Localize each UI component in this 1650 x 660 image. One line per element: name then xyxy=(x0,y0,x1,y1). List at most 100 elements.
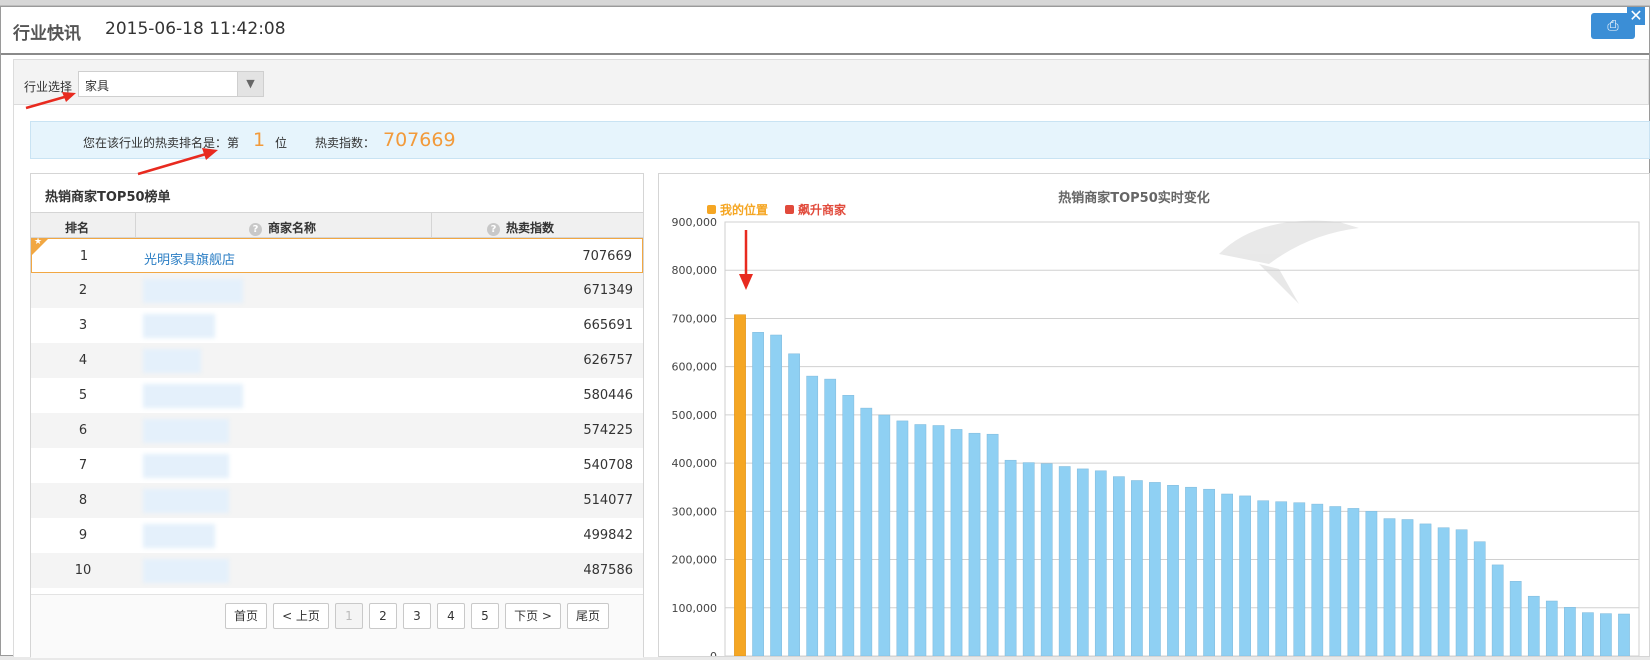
last-page-button[interactable]: 尾页 xyxy=(567,603,609,629)
bar[interactable] xyxy=(1618,613,1630,656)
chevron-down-icon[interactable]: ▼ xyxy=(237,72,263,96)
bar[interactable] xyxy=(1545,600,1558,656)
annotation-arrow xyxy=(137,148,218,176)
bar[interactable] xyxy=(1203,488,1215,656)
bar[interactable] xyxy=(1527,595,1540,656)
bar[interactable] xyxy=(860,407,873,656)
main-content: 您在该行业的热卖排名是：第 1 位 热卖指数： 707669 热销商家TOP50… xyxy=(13,105,1650,658)
table-row[interactable]: 2 671349 xyxy=(31,273,643,308)
page-button-4[interactable]: 4 xyxy=(437,603,465,629)
bar[interactable] xyxy=(1329,506,1342,657)
row-rank: 10 xyxy=(74,563,92,578)
row-value: 499842 xyxy=(583,528,633,543)
bar[interactable] xyxy=(1582,612,1594,656)
table-row[interactable]: 4 626757 xyxy=(31,343,643,378)
row-rank: 9 xyxy=(78,528,88,543)
row-rank: 2 xyxy=(78,283,88,298)
help-icon[interactable]: ? xyxy=(487,223,500,236)
bar[interactable] xyxy=(1491,564,1504,656)
bar[interactable] xyxy=(1094,470,1107,656)
y-tick-label: 200,000 xyxy=(672,554,718,567)
page-button-3[interactable]: 3 xyxy=(403,603,431,629)
bar[interactable] xyxy=(1131,480,1143,657)
bar[interactable] xyxy=(1419,523,1432,656)
page-button-2[interactable]: 2 xyxy=(369,603,397,629)
bar[interactable] xyxy=(1275,501,1288,656)
rank-unit: 位 xyxy=(275,136,288,150)
bar[interactable] xyxy=(1257,500,1270,656)
bar[interactable] xyxy=(806,375,819,656)
bar[interactable] xyxy=(788,353,800,656)
column-divider xyxy=(431,213,432,239)
bar[interactable] xyxy=(1022,462,1035,656)
hot-index-value: 707669 xyxy=(383,129,456,151)
redacted-merchant-name xyxy=(143,454,229,478)
bar[interactable] xyxy=(1365,511,1378,656)
bar-my-position[interactable] xyxy=(734,314,746,656)
table-row[interactable]: 3 665691 xyxy=(31,308,643,343)
help-icon[interactable]: ? xyxy=(249,223,262,236)
bar[interactable] xyxy=(1113,476,1125,656)
bar[interactable] xyxy=(1221,493,1233,656)
bar[interactable] xyxy=(878,414,891,656)
legend-label-rising[interactable]: 飙升商家 xyxy=(798,202,847,217)
bar[interactable] xyxy=(1509,581,1522,656)
column-header-merchant-label: 商家名称 xyxy=(268,221,317,235)
y-axis: 0 100,000 200,000 300,000 400,000 500,000 600,… xyxy=(672,216,718,656)
row-value: 707669 xyxy=(582,249,632,264)
bar[interactable] xyxy=(752,332,764,656)
merchant-link[interactable]: 光明家具旗舰店 xyxy=(144,249,235,268)
printer-icon: ⎙ xyxy=(1607,18,1619,34)
bar[interactable] xyxy=(1401,519,1414,657)
hot-index-label: 热卖指数： xyxy=(315,136,376,150)
bar[interactable] xyxy=(950,429,963,656)
bar[interactable] xyxy=(896,420,909,656)
prev-page-button[interactable]: < 上页 xyxy=(273,603,329,629)
bar[interactable] xyxy=(1040,463,1053,656)
close-icon[interactable]: ✕ xyxy=(1627,7,1645,25)
table-row[interactable]: 8 514077 xyxy=(31,483,643,518)
bar[interactable] xyxy=(1293,502,1306,656)
page-button-1[interactable]: 1 xyxy=(335,603,363,629)
bar[interactable] xyxy=(1437,527,1450,656)
redacted-merchant-name xyxy=(143,559,229,583)
bar[interactable] xyxy=(1347,508,1360,656)
table-row[interactable]: 10 487586 xyxy=(31,553,643,588)
bar[interactable] xyxy=(1455,529,1468,656)
bar[interactable] xyxy=(1149,482,1161,656)
bar[interactable] xyxy=(824,378,837,656)
bar[interactable] xyxy=(1383,518,1396,656)
column-divider xyxy=(135,213,136,239)
bar[interactable] xyxy=(1239,495,1251,656)
bar[interactable] xyxy=(842,395,855,656)
table-row[interactable]: 7 540708 xyxy=(31,448,643,483)
industry-select[interactable]: 家具 ▼ xyxy=(78,71,264,97)
redacted-merchant-name xyxy=(143,349,201,373)
table-row[interactable]: 9 499842 xyxy=(31,518,643,553)
row-rank: 5 xyxy=(78,388,88,403)
bar[interactable] xyxy=(986,433,999,656)
bar[interactable] xyxy=(1185,486,1197,656)
y-tick-label: 700,000 xyxy=(672,312,718,325)
row-rank: 3 xyxy=(78,318,88,333)
bar[interactable] xyxy=(1473,541,1486,656)
table-row[interactable]: 5 580446 xyxy=(31,378,643,413)
bar[interactable] xyxy=(1564,607,1576,656)
table-row[interactable]: 6 574225 xyxy=(31,413,643,448)
bar[interactable] xyxy=(1600,613,1612,656)
legend-label-my-position[interactable]: 我的位置 xyxy=(720,202,768,217)
bar[interactable] xyxy=(914,424,927,657)
top50-table-panel: 热销商家TOP50榜单 排名 ? 商家名称 ? 热卖指数 ★ 1 光明家具旗舰店 7… xyxy=(30,173,644,658)
first-page-button[interactable]: 首页 xyxy=(225,603,267,629)
bar[interactable] xyxy=(932,425,945,657)
bar[interactable] xyxy=(1076,468,1089,656)
bar[interactable] xyxy=(968,432,981,656)
page-button-5[interactable]: 5 xyxy=(471,603,499,629)
bar[interactable] xyxy=(1004,459,1017,656)
bar[interactable] xyxy=(1167,485,1179,656)
bar[interactable] xyxy=(770,334,782,656)
table-row[interactable]: ★ 1 光明家具旗舰店 707669 xyxy=(31,237,643,273)
bar[interactable] xyxy=(1058,466,1071,657)
bar[interactable] xyxy=(1311,503,1324,656)
next-page-button[interactable]: 下页 > xyxy=(505,603,561,629)
